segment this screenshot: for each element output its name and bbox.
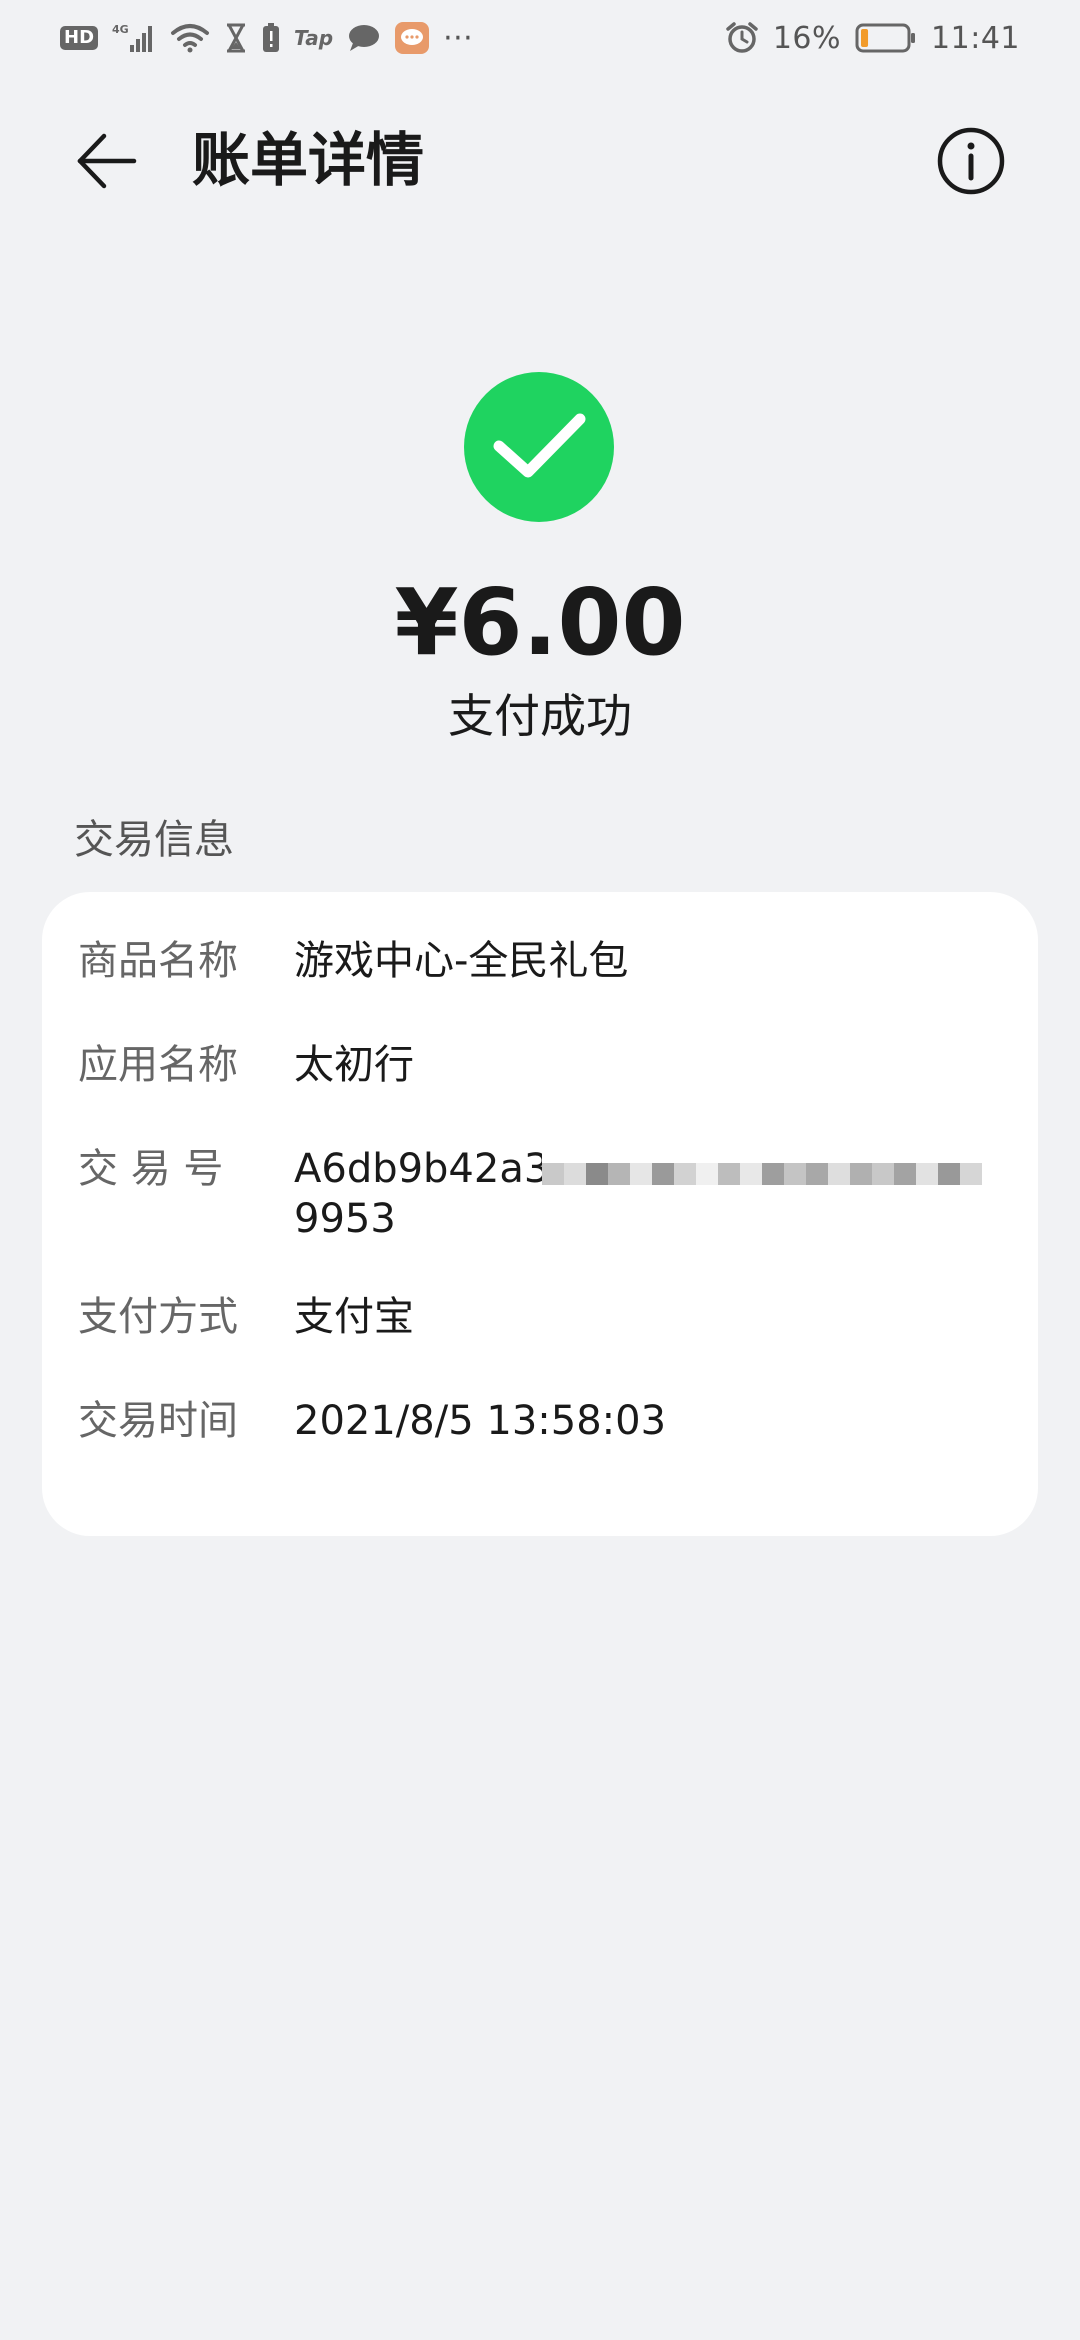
- payment-method-value: 支付宝: [294, 1294, 414, 1340]
- battery-percent: 16%: [772, 20, 842, 56]
- success-check-icon: [464, 372, 614, 522]
- more-notifications-icon: ···: [443, 20, 474, 56]
- message-bubble-icon: [347, 23, 381, 53]
- payment-method-label: 支付方式: [78, 1294, 238, 1340]
- product-name-value: 游戏中心-全民礼包: [294, 938, 629, 984]
- section-title-transaction-info: 交易信息: [74, 817, 234, 863]
- clock: 11:41: [931, 20, 1020, 56]
- alarm-icon: [725, 21, 759, 55]
- detail-row-time: 交易时间 2021/8/5 13:58:03: [78, 1396, 1008, 1446]
- transaction-details-card: 商品名称 游戏中心-全民礼包 应用名称 太初行 交 易 号 A6db9b42a3…: [42, 892, 1038, 1536]
- battery-fill: [861, 29, 869, 47]
- payment-status: 支付成功: [448, 689, 632, 743]
- wifi-icon: [170, 23, 210, 53]
- chat-app-icon: [395, 22, 430, 54]
- transaction-time-value: 2021/8/5 13:58:03: [294, 1398, 667, 1444]
- detail-row-product: 商品名称 游戏中心-全民礼包: [78, 936, 1008, 986]
- back-button[interactable]: [66, 126, 146, 196]
- network-type-label: 4G: [112, 23, 129, 36]
- payment-amount: ¥6.00: [394, 569, 686, 676]
- signal-icon: 4G: [112, 23, 156, 53]
- hourglass-icon: [224, 23, 248, 53]
- transaction-id-value[interactable]: A6db9b42a3 9953: [294, 1144, 1008, 1244]
- transaction-time-label: 交易时间: [78, 1398, 238, 1444]
- tap-app-icon: Tap: [294, 26, 334, 50]
- detail-row-payment-method: 支付方式 支付宝: [78, 1292, 1008, 1342]
- back-arrow-icon: [77, 133, 137, 189]
- transaction-id-label: 交 易 号: [78, 1146, 224, 1192]
- app-header: 账单详情: [0, 110, 1080, 210]
- status-bar: HD 4G Tap ··· 16% 11:41: [0, 0, 1080, 76]
- hd-badge: HD: [60, 26, 99, 50]
- status-bar-left: HD 4G Tap ···: [60, 21, 473, 56]
- app-name-value: 太初行: [294, 1042, 414, 1088]
- product-name-label: 商品名称: [78, 938, 238, 984]
- info-icon: [937, 127, 1005, 195]
- status-bar-right: 16% 11:41: [725, 21, 1020, 56]
- detail-row-transaction-id: 交 易 号 A6db9b42a3 9953: [78, 1144, 1008, 1244]
- page-title: 账单详情: [192, 126, 425, 194]
- redaction-mosaic: [542, 1144, 994, 1204]
- battery-alert-icon: [262, 23, 280, 53]
- detail-row-app: 应用名称 太初行: [78, 1040, 1008, 1090]
- battery-icon: [855, 22, 917, 54]
- app-name-label: 应用名称: [78, 1042, 238, 1088]
- info-button[interactable]: [934, 124, 1008, 198]
